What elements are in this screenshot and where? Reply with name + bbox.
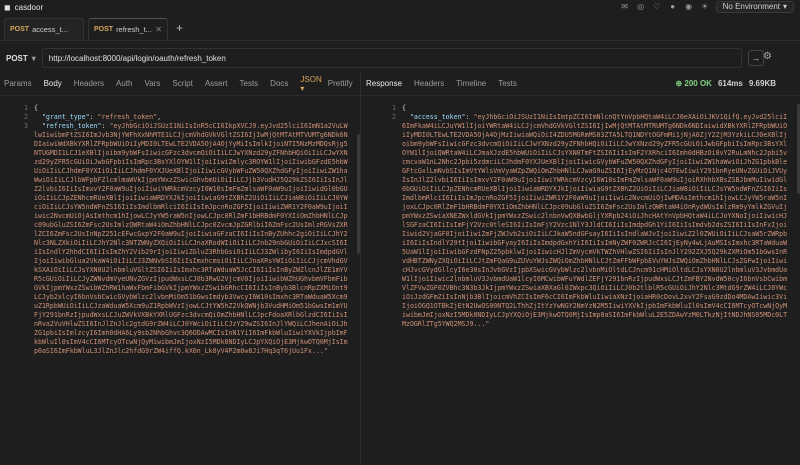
environment-select[interactable]: No Environment ▾ (715, 1, 794, 13)
request-body-editor[interactable]: 1 2 3 { "grant_type": "refresh_token", "… (0, 104, 360, 465)
response-body-viewer[interactable]: 1 2 { "access_token": "eyJhbGciOiJSUzI1N… (362, 104, 800, 465)
request-subtabs: Params Body Headers Auth Vars Script Ass… (0, 72, 360, 96)
status-code: 200 OK (684, 79, 712, 88)
request-tab-access-token[interactable]: POST access_t... (4, 18, 84, 40)
close-icon[interactable]: ✕ (155, 25, 162, 34)
tab-name: access_t... (32, 25, 68, 34)
request-tabs: POST access_t... POST refresh_t... ✕ + (0, 17, 800, 41)
globe-icon[interactable]: ◎ (636, 2, 646, 12)
request-pane: Params Body Headers Auth Vars Script Ass… (0, 72, 361, 465)
status-badge: ⊕ 200 OK (675, 79, 712, 88)
response-stats: ⊕ 200 OK 614ms 9.69KB (675, 79, 776, 88)
title-bar: ◼ casdoor ✉ ◎ ♡ ● ◉ ☀ No Environment ▾ (0, 0, 800, 15)
chevron-down-icon: ▾ (300, 83, 305, 93)
new-tab-button[interactable]: + (176, 21, 183, 35)
app-brand[interactable]: ◼ casdoor (4, 3, 43, 12)
json-key: "grant_type" (41, 113, 90, 121)
heart-icon[interactable]: ♡ (652, 2, 662, 12)
response-size: 9.69KB (748, 79, 776, 88)
tab-script[interactable]: Script (172, 79, 192, 88)
tab-assert[interactable]: Assert (205, 79, 228, 88)
chevron-down-icon: ▾ (782, 2, 787, 11)
send-button[interactable]: → (747, 50, 764, 66)
response-time: 614ms (717, 79, 743, 88)
tab-auth[interactable]: Auth (116, 79, 132, 88)
tab-timeline[interactable]: Timeline (456, 79, 486, 88)
mail-icon[interactable]: ✉ (620, 2, 630, 12)
github-icon[interactable]: ● (668, 2, 678, 12)
scrollbar-thumb[interactable] (357, 134, 360, 254)
tab-response-headers[interactable]: Headers (414, 79, 444, 88)
line-number: 3 (24, 122, 28, 130)
mascot-icon[interactable]: ◉ (684, 2, 694, 12)
tab-name: refresh_t... (116, 25, 152, 34)
method-label: POST (6, 53, 28, 63)
tab-params[interactable]: Params (4, 79, 32, 88)
sun-icon[interactable]: ☀ (700, 2, 710, 12)
response-body-code: { "access_token": "eyJhbGciOiJSUzI1NiIsI… (402, 104, 790, 329)
code-line: "access_token": "eyJhbGciOiJSUzI1NiIsImt… (402, 113, 788, 328)
code-line: { (34, 104, 38, 112)
url-text: http://localhost:8000/api/login/oauth/re… (48, 53, 226, 63)
line-number: 1 (24, 104, 28, 112)
line-number: 2 (24, 113, 28, 121)
code-line: "grant_type": "refresh_token", (41, 113, 162, 121)
body-mode-label: JSON (300, 74, 322, 84)
method-select[interactable]: POST ▾ (6, 54, 36, 63)
code-line: "refresh_token": "eyJhbGciOiJSUzI1NiIsIn… (34, 122, 348, 355)
tab-body[interactable]: Body (44, 79, 62, 88)
json-key: "access_token" (409, 113, 466, 121)
line-number: 1 (392, 104, 396, 112)
json-value: "eyJhbGciOiJSUzI1NiIsImtpZCI6ImNlcnQtYnV… (402, 113, 788, 328)
body-mode-select[interactable]: JSON ▾ (300, 75, 321, 93)
response-subtabs: Response Headers Timeline Tests ⊕ 200 OK… (362, 72, 800, 96)
logo-icon: ◼ (4, 3, 11, 12)
tab-method: POST (94, 26, 114, 33)
tab-headers[interactable]: Headers (74, 79, 104, 88)
json-value: "eyJhbGciOiJSUzI1NiIsInR5cCI6IkpXVCJ9.ey… (34, 122, 348, 355)
json-value: "refresh_token" (97, 113, 158, 121)
app-title: casdoor (14, 3, 44, 12)
environment-label: No Environment (722, 2, 780, 11)
tab-response-tests[interactable]: Tests (498, 79, 517, 88)
url-input[interactable]: http://localhost:8000/api/login/oauth/re… (41, 48, 742, 68)
tab-vars[interactable]: Vars (145, 79, 161, 88)
tab-response[interactable]: Response (366, 79, 402, 88)
prettify-button[interactable]: Prettify (328, 79, 353, 88)
response-pane: Response Headers Timeline Tests ⊕ 200 OK… (362, 72, 800, 465)
tab-method: POST (10, 26, 30, 33)
scrollbar[interactable] (357, 104, 360, 465)
line-number: 2 (392, 113, 396, 121)
tab-docs[interactable]: Docs (270, 79, 288, 88)
tab-tests[interactable]: Tests (240, 79, 259, 88)
line-gutter: 1 2 3 (0, 104, 28, 131)
request-body-code: { "grant_type": "refresh_token", "refres… (34, 104, 350, 356)
code-line: { (402, 104, 406, 112)
json-key: "refresh_token" (41, 122, 102, 130)
request-tab-refresh-token[interactable]: POST refresh_t... ✕ (88, 18, 168, 40)
url-bar: POST ▾ http://localhost:8000/api/login/o… (0, 46, 800, 70)
gear-icon[interactable]: ⚙ (763, 51, 772, 62)
chevron-down-icon: ▾ (31, 53, 36, 63)
line-gutter: 1 2 (362, 104, 396, 122)
